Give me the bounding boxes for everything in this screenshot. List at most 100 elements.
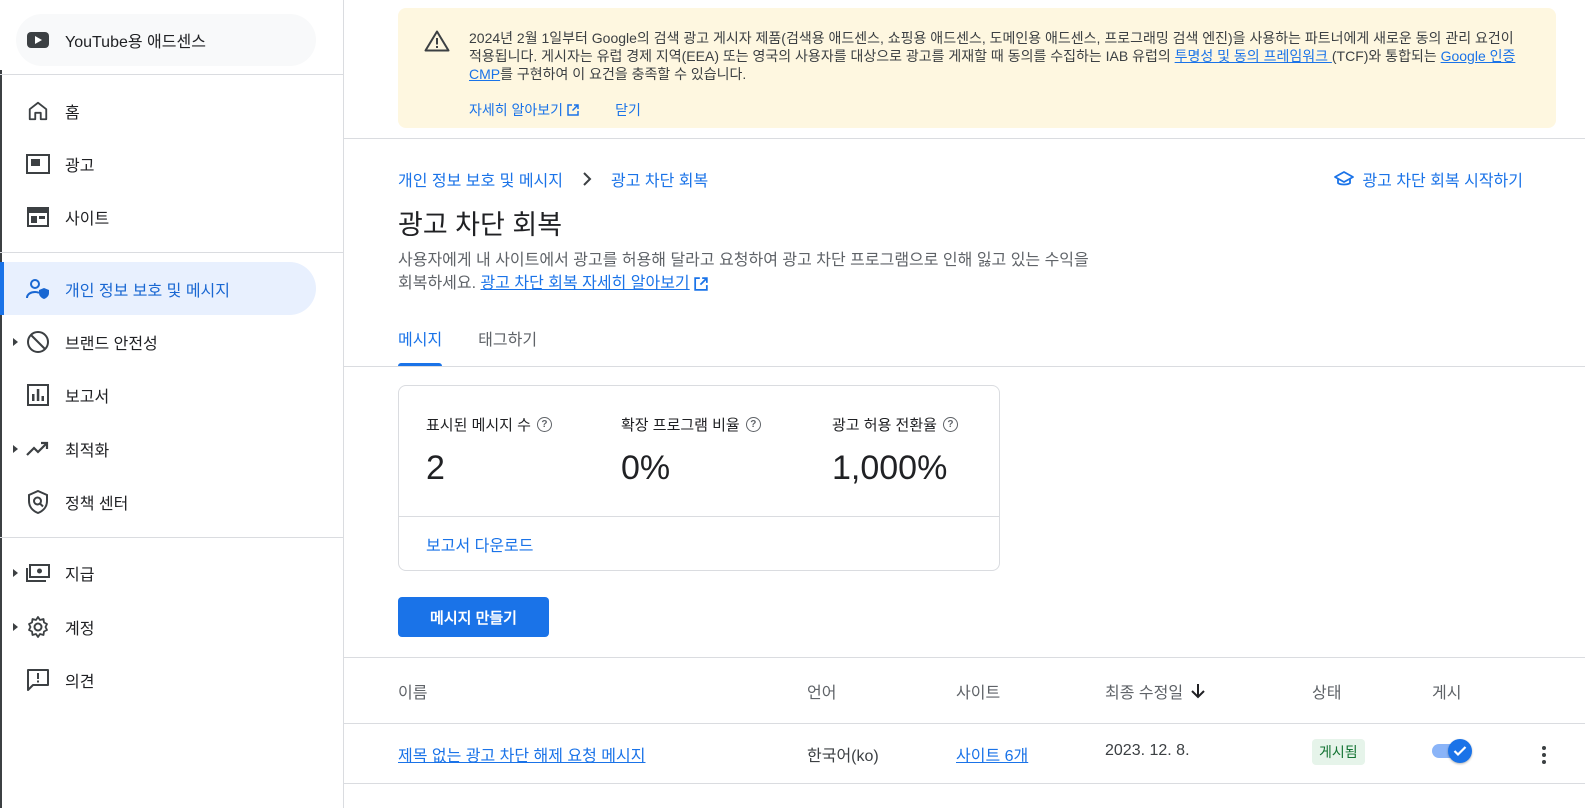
sidebar-item-brand-safety[interactable]: 브랜드 안전성	[0, 315, 316, 368]
banner-text-part: (TCF)와 통합되는	[1331, 48, 1441, 64]
home-icon	[26, 99, 50, 123]
column-header-publish[interactable]: 게시	[1432, 679, 1461, 703]
expand-caret-icon[interactable]	[13, 337, 18, 346]
metric-label: 표시된 메시지 수?	[426, 414, 552, 435]
metric-value: 2	[426, 449, 445, 487]
column-header-site[interactable]: 사이트	[956, 679, 1000, 703]
divider	[399, 516, 999, 517]
tab-bar: 메시지 태그하기	[398, 326, 537, 366]
more-options-icon[interactable]	[1534, 743, 1554, 767]
gear-icon	[26, 615, 50, 639]
table-row: 제목 없는 광고 차단 해제 요청 메시지 한국어(ko) 사이트 6개 202…	[344, 724, 1585, 784]
ad-recovery-learn-more-link[interactable]: 광고 차단 회복 자세히 알아보기	[481, 272, 708, 295]
school-icon	[1334, 171, 1355, 186]
start-ad-recovery-link[interactable]: 광고 차단 회복 시작하기	[1334, 167, 1523, 191]
metric-label: 확장 프로그램 비율?	[621, 414, 761, 435]
product-name: YouTube용 애드센스	[65, 34, 206, 51]
sidebar-item-label: 의견	[65, 673, 95, 691]
sidebar-item-label: 브랜드 안전성	[65, 335, 158, 353]
metric-label-text: 표시된 메시지 수	[426, 417, 531, 434]
sidebar-item-label: 최적화	[65, 442, 110, 460]
sidebar-item-account[interactable]: 계정	[0, 600, 316, 653]
column-header-modified[interactable]: 최종 수정일	[1105, 679, 1207, 703]
column-header-status[interactable]: 상태	[1312, 679, 1341, 703]
close-banner-button[interactable]: 닫기	[615, 100, 641, 120]
help-icon[interactable]: ?	[536, 417, 552, 432]
check-icon	[1448, 739, 1472, 763]
sidebar-item-label: 홈	[65, 104, 80, 122]
column-header-name[interactable]: 이름	[398, 679, 427, 703]
page-title: 광고 차단 회복	[398, 210, 563, 240]
sidebar-item-ads[interactable]: 광고	[0, 137, 316, 190]
metric-extension-rate: 확장 프로그램 비율? 0%	[621, 414, 761, 488]
banner-text: 2024년 2월 1일부터 Google의 검색 광고 게시자 제품(검색용 애…	[469, 29, 1519, 83]
sidebar-item-label: 보고서	[65, 388, 110, 406]
sidebar-item-label: 계정	[65, 620, 95, 638]
divider	[344, 138, 1585, 139]
sidebar-item-payments[interactable]: 지급	[0, 546, 316, 599]
sidebar-item-label: 지급	[65, 566, 95, 584]
message-language: 한국어(ko)	[807, 748, 879, 765]
column-header-label: 최종 수정일	[1105, 685, 1184, 702]
sidebar-item-label: 사이트	[65, 210, 110, 228]
main-content: 2024년 2월 1일부터 Google의 검색 광고 게시자 제품(검색용 애…	[344, 0, 1585, 808]
learn-more-button[interactable]: 자세히 알아보기	[469, 100, 579, 120]
divider	[0, 252, 344, 253]
sidebar: YouTube용 애드센스 홈 광고 사이트 개인 정보 보호 및 메시지 브랜…	[0, 0, 344, 808]
block-icon	[26, 330, 50, 354]
warning-icon	[424, 30, 450, 57]
open-in-new-icon	[693, 276, 708, 291]
breadcrumb-parent[interactable]: 개인 정보 보호 및 메시지	[398, 167, 563, 191]
table-header: 이름 언어 사이트 최종 수정일 상태 게시	[344, 657, 1585, 724]
sidebar-item-policy-center[interactable]: 정책 센터	[0, 475, 316, 528]
tab-tagging[interactable]: 태그하기	[478, 326, 537, 366]
expand-caret-icon[interactable]	[13, 444, 18, 453]
sidebar-item-reports[interactable]: 보고서	[0, 368, 316, 421]
feedback-icon	[26, 668, 50, 692]
privacy-messaging-icon	[26, 277, 50, 301]
create-message-button[interactable]: 메시지 만들기	[398, 597, 549, 637]
message-sites-link[interactable]: 사이트 6개	[956, 742, 1028, 766]
banner-actions: 자세히 알아보기 닫기	[469, 100, 641, 120]
sidebar-item-label: 광고	[65, 157, 95, 175]
divider	[0, 74, 344, 75]
sidebar-item-optimization[interactable]: 최적화	[0, 422, 316, 475]
tab-messages[interactable]: 메시지	[398, 326, 443, 366]
help-icon[interactable]: ?	[745, 417, 761, 432]
sidebar-item-sites[interactable]: 사이트	[0, 190, 316, 243]
breadcrumb-current[interactable]: 광고 차단 회복	[611, 167, 708, 191]
metric-messages-shown: 표시된 메시지 수? 2	[426, 414, 552, 488]
sidebar-item-home[interactable]: 홈	[0, 84, 316, 137]
tcf-link[interactable]: 투명성 및 동의 프레임워크	[1175, 48, 1332, 64]
ads-icon	[26, 152, 50, 176]
expand-caret-icon[interactable]	[13, 622, 18, 631]
metric-label-text: 광고 허용 전환율	[832, 417, 937, 434]
metric-allow-ads-conversion: 광고 허용 전환율? 1,000%	[832, 414, 958, 488]
sidebar-item-feedback[interactable]: 의견	[0, 653, 316, 706]
metric-label-text: 확장 프로그램 비율	[621, 417, 740, 434]
sidebar-item-label: 개인 정보 보호 및 메시지	[65, 282, 230, 300]
divider	[0, 537, 344, 538]
publish-toggle[interactable]	[1432, 738, 1472, 764]
chevron-right-icon	[575, 167, 599, 191]
metric-value: 0%	[621, 449, 671, 487]
column-header-language[interactable]: 언어	[807, 679, 836, 703]
sidebar-item-privacy-messaging[interactable]: 개인 정보 보호 및 메시지	[0, 262, 316, 315]
arrow-down-icon	[1191, 684, 1205, 699]
help-icon[interactable]: ?	[942, 417, 958, 432]
app: YouTube용 애드센스 홈 광고 사이트 개인 정보 보호 및 메시지 브랜…	[0, 0, 1585, 808]
metric-value: 1,000%	[832, 449, 948, 487]
download-report-link[interactable]: 보고서 다운로드	[426, 532, 534, 556]
start-ad-recovery-label: 광고 차단 회복 시작하기	[1362, 173, 1523, 190]
trending-icon	[26, 437, 50, 461]
sidebar-item-label: 정책 센터	[65, 495, 129, 513]
consent-notice-banner: 2024년 2월 1일부터 Google의 검색 광고 게시자 제품(검색용 애…	[398, 8, 1556, 128]
product-switcher[interactable]: YouTube용 애드센스	[16, 14, 316, 66]
metrics-card: 표시된 메시지 수? 2 확장 프로그램 비율? 0% 광고 허용 전환율? 1…	[398, 385, 1000, 571]
youtube-icon	[27, 32, 49, 48]
expand-caret-icon[interactable]	[13, 568, 18, 577]
reports-icon	[26, 383, 50, 407]
link-label: 광고 차단 회복 자세히 알아보기	[480, 275, 690, 292]
metric-label: 광고 허용 전환율?	[832, 414, 958, 435]
message-name-link[interactable]: 제목 없는 광고 차단 해제 요청 메시지	[398, 742, 645, 766]
